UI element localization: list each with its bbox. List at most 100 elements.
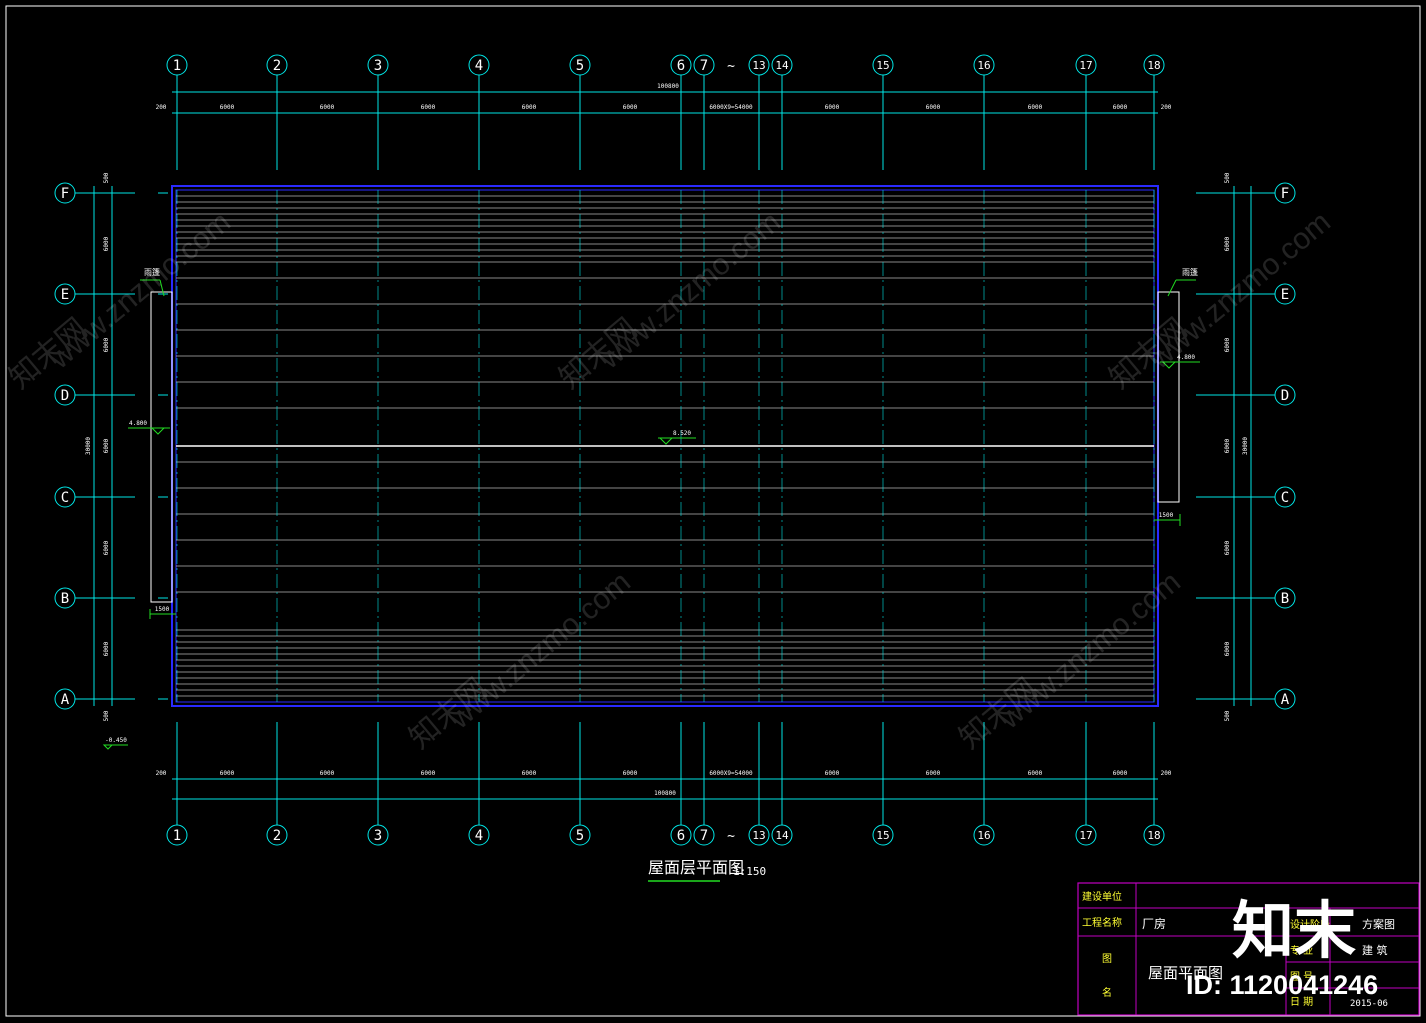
svg-text:A: A [61, 692, 70, 708]
svg-text:200: 200 [156, 104, 167, 111]
svg-text:6000: 6000 [103, 236, 110, 251]
right-dimension-text: 500 6000 6000 6000 6000 6000 500 30000 [1224, 172, 1249, 721]
axis-bubble-left-C: C [54, 486, 76, 508]
axis-bubble-bottom-4: 4 [468, 824, 490, 846]
center-elevation-marker: 8.520 [658, 430, 696, 445]
axis-bubble-left-B: B [54, 587, 76, 609]
svg-text:6000: 6000 [522, 770, 537, 777]
svg-text:6000X9=54000: 6000X9=54000 [709, 770, 753, 777]
axis-bubble-top-14: 14 [771, 54, 793, 76]
axis-bubble-left-A: A [54, 688, 76, 710]
svg-text:F: F [1281, 186, 1289, 202]
axis-bubble-left-F: F [54, 182, 76, 204]
axis-bubble-top-3: 3 [367, 54, 389, 76]
svg-text:16: 16 [977, 829, 990, 842]
svg-text:17: 17 [1079, 59, 1092, 72]
axis-bubble-bottom-14: 14 [771, 824, 793, 846]
axis-bubble-right-E: E [1274, 283, 1296, 305]
svg-text:30000: 30000 [85, 437, 92, 455]
svg-text:6000: 6000 [1113, 770, 1128, 777]
axis-bubble-bottom-15: 15 [872, 824, 894, 846]
svg-text:6000: 6000 [926, 104, 941, 111]
svg-text:14: 14 [775, 829, 789, 842]
axis-bubble-bottom-13: 13 [748, 824, 770, 846]
svg-text:6000: 6000 [320, 770, 335, 777]
svg-text:D: D [61, 388, 69, 404]
svg-text:500: 500 [103, 172, 110, 183]
svg-text:6000: 6000 [421, 104, 436, 111]
svg-text:4.800: 4.800 [129, 420, 147, 427]
tb-project-label: 工程名称 [1082, 916, 1122, 929]
svg-text:6000: 6000 [103, 641, 110, 656]
svg-text:15: 15 [876, 59, 889, 72]
svg-text:14: 14 [775, 59, 789, 72]
axis-bubble-top-17: 17 [1075, 54, 1097, 76]
svg-text:6000: 6000 [1224, 540, 1231, 555]
bottom-axis-bubbles: 1 2 3 4 5 6 7 ~ 13 14 15 16 17 18 [166, 824, 1165, 846]
axis-bubble-right-D: D [1274, 384, 1296, 406]
watermark-id: ID: 1120041246 [1186, 970, 1378, 1000]
svg-text:500: 500 [103, 710, 110, 721]
tb-name-label-1: 图 [1102, 953, 1112, 965]
svg-text:www.znzmo.com: www.znzmo.com [43, 205, 237, 376]
axis-bubble-top-18: 18 [1143, 54, 1165, 76]
svg-text:6000: 6000 [1224, 438, 1231, 453]
svg-text:雨篷: 雨篷 [1182, 267, 1198, 277]
svg-text:4: 4 [475, 58, 483, 74]
svg-text:18: 18 [1147, 59, 1160, 72]
top-axis-bubbles: 1 2 3 4 5 6 7 ~ 13 14 15 16 17 18 [166, 54, 1165, 76]
svg-text:6000: 6000 [623, 770, 638, 777]
axis-bubble-bottom-1: 1 [166, 824, 188, 846]
axis-bubble-top-13: 13 [748, 54, 770, 76]
axis-range-tilde-top: ~ [727, 59, 735, 74]
svg-text:6: 6 [677, 828, 685, 844]
svg-text:6000: 6000 [220, 770, 235, 777]
axis-bubble-top-15: 15 [872, 54, 894, 76]
svg-text:1500: 1500 [155, 606, 170, 613]
tb-client-label: 建设单位 [1082, 890, 1122, 903]
svg-text:200: 200 [156, 770, 167, 777]
axis-bubble-top-5: 5 [569, 54, 591, 76]
tb-project-value: 厂房 [1142, 916, 1166, 931]
axis-bubble-bottom-18: 18 [1143, 824, 1165, 846]
bottom-dimension-text: 200 6000 6000 6000 6000 6000 6000X9=5400… [156, 770, 1172, 797]
tb-discipline-value: 建 筑 [1362, 943, 1388, 957]
svg-text:1: 1 [173, 58, 181, 74]
svg-text:6000: 6000 [825, 770, 840, 777]
svg-text:15: 15 [876, 829, 889, 842]
axis-bubble-bottom-5: 5 [569, 824, 591, 846]
svg-text:1: 1 [173, 828, 181, 844]
tb-phase-value: 方案图 [1362, 917, 1395, 931]
svg-text:100800: 100800 [657, 83, 679, 90]
roof-plan-drawing: 1 2 3 4 5 6 7 ~ 13 14 15 16 17 18 1 2 3 … [3, 5, 1421, 1017]
svg-text:500: 500 [1224, 710, 1231, 721]
svg-text:2: 2 [273, 828, 281, 844]
watermark-brand-logo: 知末 [1232, 897, 1356, 966]
svg-text:6000: 6000 [825, 104, 840, 111]
svg-text:8.520: 8.520 [673, 430, 691, 437]
axis-bubble-top-4: 4 [468, 54, 490, 76]
svg-text:B: B [61, 591, 69, 607]
axis-bubble-top-1: 1 [166, 54, 188, 76]
left-dimension-text: 500 6000 6000 6000 6000 6000 500 30000 [85, 172, 110, 721]
svg-text:17: 17 [1079, 829, 1092, 842]
svg-text:6000: 6000 [1028, 104, 1043, 111]
svg-text:200: 200 [1161, 770, 1172, 777]
svg-text:6000: 6000 [1113, 104, 1128, 111]
plan-title: 屋面层平面图 1:150 [648, 858, 766, 882]
svg-text:www.znzmo.com: www.znzmo.com [443, 565, 637, 736]
svg-text:7: 7 [700, 58, 708, 74]
svg-text:3: 3 [374, 58, 382, 74]
svg-text:6000: 6000 [926, 770, 941, 777]
axis-bubble-bottom-16: 16 [973, 824, 995, 846]
svg-text:6000: 6000 [522, 104, 537, 111]
axis-bubble-top-6: 6 [670, 54, 692, 76]
svg-text:5: 5 [576, 828, 584, 844]
axis-bubble-top-7: 7 [693, 54, 715, 76]
axis-bubble-top-2: 2 [266, 54, 288, 76]
svg-text:F: F [61, 186, 69, 202]
svg-text:16: 16 [977, 59, 990, 72]
axis-bubble-right-B: B [1274, 587, 1296, 609]
axis-bubble-top-16: 16 [973, 54, 995, 76]
left-canopy: 雨篷 4.800 1500 [128, 267, 176, 619]
